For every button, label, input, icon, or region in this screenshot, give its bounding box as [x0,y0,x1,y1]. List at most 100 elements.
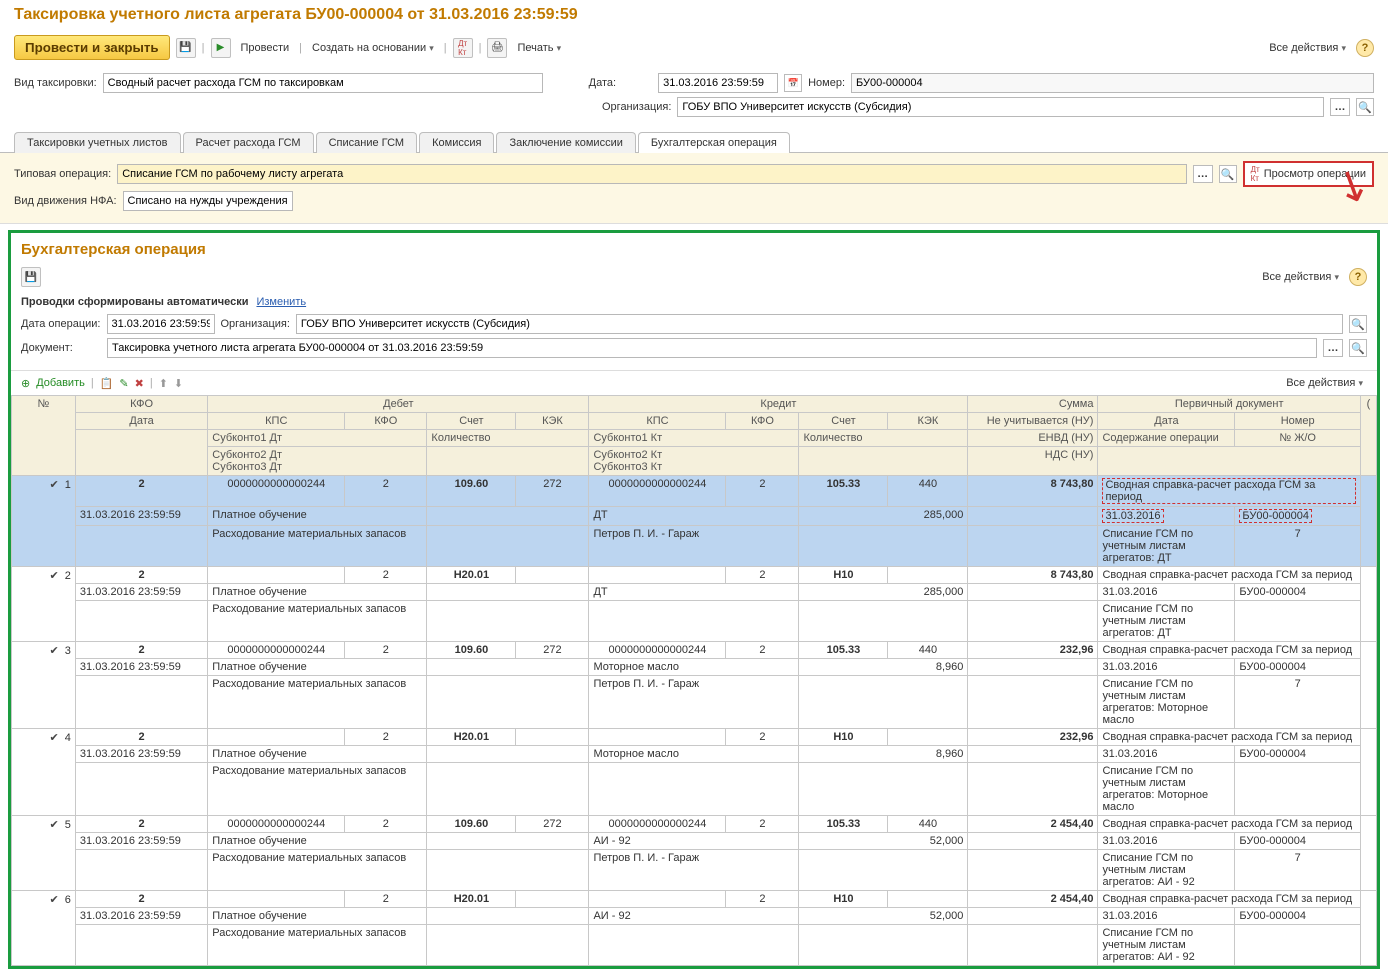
col-qty2: Количество [799,430,968,447]
col-nds: НДС (НУ) [968,447,1098,476]
typop-search-icon[interactable]: 🔍 [1219,165,1237,183]
post-icon[interactable]: ▶ [211,38,231,58]
org-select-icon[interactable]: … [1330,98,1350,116]
col-sub2d: Субконто2 ДтСубконто3 Дт [208,447,427,476]
label-typop: Типовая операция: [14,168,111,180]
section-title: Бухгалтерская операция [21,241,1367,258]
all-actions-button[interactable]: Все действия ▾ [1265,40,1350,56]
table-row[interactable]: ✔ 2 2 2Н20.01 2Н10 8 743,80 Сводная спра… [12,567,1377,584]
col-envd: ЕНВД (НУ) [968,430,1098,447]
label-taxtype: Вид таксировки: [14,77,97,89]
col-debit: Дебет [208,396,589,413]
save-icon[interactable]: 💾 [176,38,196,58]
col-номер: Номер [1235,413,1361,430]
label-doc: Документ: [21,342,101,354]
edit-icon[interactable]: ✎ [119,377,128,390]
calendar-icon[interactable]: 📅 [784,74,802,92]
tab-commission[interactable]: Комиссия [419,132,494,153]
tab-fuel-writeoff[interactable]: Списание ГСМ [316,132,418,153]
all-actions-2-button[interactable]: Все действия ▾ [1258,269,1343,285]
help-icon-2[interactable]: ? [1349,268,1367,286]
table-row[interactable]: ✔ 6 2 2Н20.01 2Н10 2 454,40 Сводная спра… [12,891,1377,908]
add-row-icon[interactable]: ⊕ [21,377,30,390]
doc-input[interactable] [107,338,1317,358]
help-icon[interactable]: ? [1356,39,1374,57]
col-dacct: Счет [427,413,516,430]
doc-select-icon[interactable]: … [1323,339,1343,357]
typop-select-icon[interactable]: … [1193,165,1213,183]
print-icon[interactable]: 🖨 [487,38,507,58]
table-row[interactable]: 31.03.2016 23:59:59 Платное обучение Мот… [12,659,1377,676]
table-row[interactable]: 31.03.2016 23:59:59 Платное обучение Мот… [12,746,1377,763]
col-kfo: КФО [75,396,207,413]
table-row[interactable]: ✔ 3 2 00000000000002442109.60272 0000000… [12,642,1377,659]
org-search-icon[interactable]: 🔍 [1356,98,1374,116]
col-sum: Сумма [968,396,1098,413]
col-num: № [12,396,76,476]
dtkt-small-icon: ДтКт [1251,165,1260,183]
save-icon-2[interactable]: 💾 [21,267,41,287]
taxtype-input[interactable] [103,73,543,93]
table-row[interactable]: 31.03.2016 23:59:59 Платное обучение АИ … [12,908,1377,925]
org2-input[interactable] [296,314,1343,334]
tab-tax-lists[interactable]: Таксировки учетных листов [14,132,181,153]
date-input[interactable] [658,73,778,93]
all-actions-3-button[interactable]: Все действия ▾ [1282,375,1367,391]
typop-input[interactable] [117,164,1186,184]
col-content: Содержание операции [1098,430,1235,447]
table-row[interactable]: Расходование материальных запасов Списан… [12,925,1377,966]
col-date2: Дата [1098,413,1235,430]
table-row[interactable]: ✔ 1 2 00000000000002442109.60272 0000000… [12,476,1377,507]
table-row[interactable]: Расходование материальных запасов Петров… [12,676,1377,729]
table-row[interactable]: 31.03.2016 23:59:59 Платное обучение ДТ2… [12,584,1377,601]
table-row[interactable]: 31.03.2016 23:59:59 Платное обучение АИ … [12,833,1377,850]
label-opdate: Дата операции: [21,318,101,330]
view-operation-button[interactable]: ДтКт Просмотр операции [1243,161,1374,187]
table-row[interactable]: ✔ 4 2 2Н20.01 2Н10 232,96 Сводная справк… [12,729,1377,746]
page-title: Таксировка учетного листа агрегата БУ00-… [14,6,1374,24]
table-row[interactable]: Расходование материальных запасов Списан… [12,601,1377,642]
tab-accounting-op[interactable]: Бухгалтерская операция [638,132,790,153]
col-extra: ( [1360,396,1376,476]
add-row-button[interactable]: Добавить [36,377,85,389]
auto-generated-label: Проводки сформированы автоматически [21,296,248,308]
move-up-icon[interactable]: ⬆ [159,377,168,390]
post-button[interactable]: Провести [237,40,294,56]
col-ckfo: КФО [726,413,799,430]
table-row[interactable]: Расходование материальных запасов Петров… [12,850,1377,891]
post-and-close-button[interactable]: Провести и закрыть [14,35,170,60]
print-button[interactable]: Печать ▾ [513,40,565,56]
tab-fuel-calc[interactable]: Расчет расхода ГСМ [183,132,314,153]
col-date: Дата [75,413,207,430]
change-link[interactable]: Изменить [256,296,306,308]
delete-icon[interactable]: ✖ [135,377,144,390]
label-org2: Организация: [221,318,290,330]
opdate-input[interactable] [107,314,215,334]
entries-table[interactable]: № КФО Дебет Кредит Сумма Первичный докум… [11,395,1377,966]
dtkt-icon[interactable]: ДтКт [453,38,473,58]
number-input[interactable] [851,73,1374,93]
table-row[interactable]: Расходование материальных запасов Петров… [12,526,1377,567]
table-row[interactable]: 31.03.2016 23:59:59 Платное обучение ДТ2… [12,507,1377,526]
col-dkps: КПС [208,413,345,430]
create-based-on-button[interactable]: Создать на основании ▾ [308,40,438,56]
col-zho: № Ж/О [1235,430,1361,447]
nfa-input[interactable] [123,191,293,211]
label-date: Дата: [589,77,616,89]
col-sub2k: Субконто2 КтСубконто3 Кт [589,447,799,476]
table-row[interactable]: ✔ 5 2 00000000000002442109.60272 0000000… [12,816,1377,833]
col-ckek: КЭК [888,413,968,430]
col-nu: Не учитывается (НУ) [968,413,1098,430]
col-cacct: Счет [799,413,888,430]
org2-search-icon[interactable]: 🔍 [1349,315,1367,333]
table-row[interactable]: Расходование материальных запасов Списан… [12,763,1377,816]
move-down-icon[interactable]: ⬇ [174,377,183,390]
label-nfa: Вид движения НФА: [14,195,117,207]
doc-search-icon[interactable]: 🔍 [1349,339,1367,357]
copy-icon[interactable]: 📋 [100,377,114,390]
col-credit: Кредит [589,396,968,413]
org-input[interactable] [677,97,1324,117]
col-qty: Количество [427,430,589,447]
tab-conclusion[interactable]: Заключение комиссии [496,132,635,153]
col-dkfo: КФО [345,413,427,430]
